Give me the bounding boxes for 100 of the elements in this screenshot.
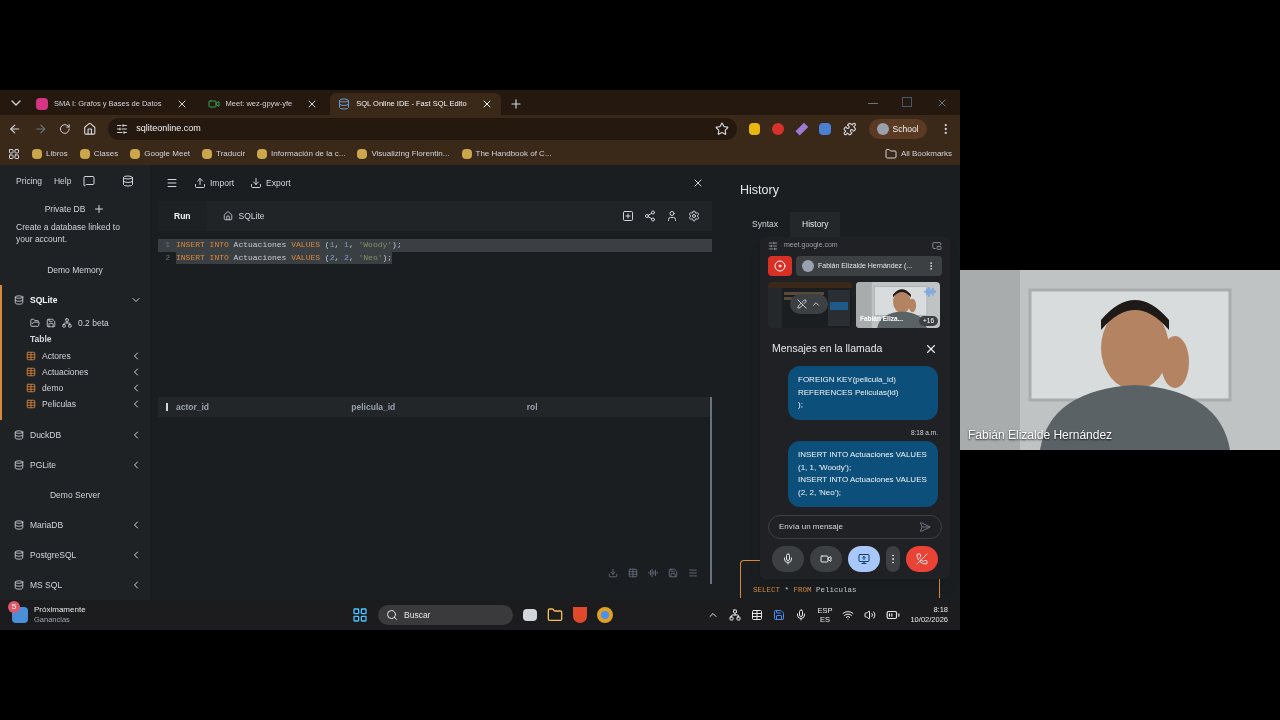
panel-tab[interactable]: History	[790, 211, 841, 237]
bookmark[interactable]: Información de la c...	[257, 148, 346, 160]
bookmark[interactable]: Google Meet	[130, 148, 191, 160]
browser-icon[interactable]	[597, 607, 613, 623]
settings-icon[interactable]	[688, 210, 700, 222]
mic-button[interactable]	[772, 546, 804, 572]
apps-icon[interactable]	[8, 148, 20, 160]
speaking-icon	[924, 286, 936, 298]
engine-icon	[14, 550, 24, 560]
task-view-icon[interactable]	[523, 609, 537, 621]
table-icon[interactable]	[628, 568, 638, 578]
search-icon	[386, 609, 398, 621]
table-item[interactable]: demo	[26, 380, 142, 396]
open-folder-icon[interactable]	[30, 318, 40, 328]
extension-icon[interactable]	[819, 123, 831, 135]
column-header[interactable]: pelicula_id	[351, 400, 527, 414]
engine-item[interactable]: PostgreSQL	[0, 540, 150, 570]
battery-icon[interactable]	[886, 608, 901, 622]
chat-icon[interactable]	[83, 174, 96, 187]
back-icon[interactable]	[8, 122, 22, 136]
caret-icon	[811, 299, 821, 309]
home-icon[interactable]	[82, 122, 97, 136]
menu-icon[interactable]	[166, 177, 178, 189]
folder-icon	[884, 148, 897, 160]
start-icon[interactable]	[352, 607, 368, 623]
engine-icon	[14, 580, 24, 590]
new-tab-icon[interactable]	[508, 97, 523, 111]
engine-item[interactable]: DuckDB	[0, 420, 150, 450]
nav-link[interactable]: Pricing	[16, 174, 42, 188]
column-header[interactable]: actor_id	[176, 400, 352, 414]
bookmark-icon	[130, 149, 141, 159]
extensions-icon[interactable]	[843, 122, 857, 136]
database-icon[interactable]	[122, 174, 134, 187]
avatar-icon	[876, 123, 889, 135]
all-bookmarks-button[interactable]: All Bookmarks	[884, 148, 952, 160]
panel-tab[interactable]: Syntax	[740, 211, 790, 237]
extension-icon[interactable]	[795, 122, 808, 136]
hang-up-button[interactable]	[906, 546, 938, 572]
share-icon[interactable]	[644, 210, 656, 222]
extension-icon[interactable]	[748, 123, 761, 135]
new-tab-icon[interactable]	[622, 210, 634, 222]
hang-up-icon	[916, 553, 928, 565]
toolbar-button[interactable]: Import	[194, 176, 235, 190]
bookmark-star-icon[interactable]	[714, 122, 729, 136]
engine-item[interactable]: MS SQL	[0, 570, 150, 600]
annotate-button[interactable]	[790, 294, 828, 314]
site-info-icon	[768, 240, 778, 251]
avatar-icon	[802, 260, 814, 272]
bookmark-icon	[202, 149, 213, 159]
bookmark-icon	[79, 149, 90, 159]
camera-icon	[820, 553, 832, 565]
address-bar[interactable]: sqliteonline.com	[108, 118, 737, 140]
site-info-icon[interactable]	[116, 123, 129, 135]
column-header[interactable]: rol	[526, 400, 702, 414]
send-icon[interactable]	[919, 521, 931, 533]
description-text: Create a database linked to your account.	[15, 221, 121, 247]
engine-item[interactable]: PGLite	[0, 450, 150, 480]
diagram-icon[interactable]	[62, 318, 72, 328]
bookmark[interactable]: Traducir	[202, 148, 246, 160]
download-icon	[250, 177, 263, 189]
bookmark[interactable]: Clases	[79, 148, 119, 160]
more-button[interactable]	[886, 546, 900, 572]
camera-button[interactable]	[810, 546, 842, 572]
bookmark[interactable]: Visualizing Florentin...	[357, 148, 450, 160]
user-icon[interactable]	[666, 210, 678, 222]
pip-icon[interactable]	[932, 240, 942, 251]
engine-item[interactable]: MariaDB	[0, 510, 150, 540]
profile-button[interactable]: School	[868, 119, 927, 139]
bookmark-icon	[32, 149, 42, 159]
table-icon	[26, 399, 36, 409]
folder-icon[interactable]	[547, 607, 563, 623]
reload-icon[interactable]	[59, 123, 71, 135]
add-icon[interactable]	[93, 203, 106, 216]
bookmark-icon	[257, 149, 268, 159]
wifi-icon[interactable]	[842, 609, 855, 621]
toolbar-button[interactable]: Export	[250, 176, 291, 190]
search-field[interactable]: Buscar	[378, 605, 513, 625]
table-icon	[26, 383, 36, 393]
record-button[interactable]	[768, 256, 792, 276]
network-tray-icon[interactable]	[729, 609, 742, 621]
table-heading: Table	[30, 333, 53, 347]
chat-title: Mensajes en la llamada	[772, 341, 884, 357]
forward-icon[interactable]	[33, 122, 48, 136]
microphone-icon[interactable]	[795, 609, 808, 621]
bookmark[interactable]: The Handbook of C...	[461, 148, 552, 160]
volume-icon[interactable]	[864, 609, 877, 621]
table-item[interactable]: Peliculas	[26, 396, 142, 412]
table-item[interactable]: Actuaciones	[26, 364, 142, 380]
bookmark[interactable]: Libros	[32, 148, 68, 160]
close-icon[interactable]	[692, 177, 704, 189]
nav-link[interactable]: Help	[54, 174, 72, 188]
table-item[interactable]: Actores	[26, 348, 142, 364]
present-button[interactable]	[848, 546, 880, 572]
close-icon[interactable]	[924, 342, 938, 356]
table-icon	[26, 367, 36, 377]
bookmark-icon	[357, 149, 368, 159]
database-tab[interactable]: SQLite	[206, 201, 281, 231]
bookmark-icon	[461, 149, 472, 159]
notification-badge: 5	[8, 601, 20, 613]
chat-message: INSERT INTO Actuaciones VALUES (1, 1, 'Woody'); INSERT INTO Actuaciones VALUES (2, 2, 'Neo');	[788, 441, 938, 507]
